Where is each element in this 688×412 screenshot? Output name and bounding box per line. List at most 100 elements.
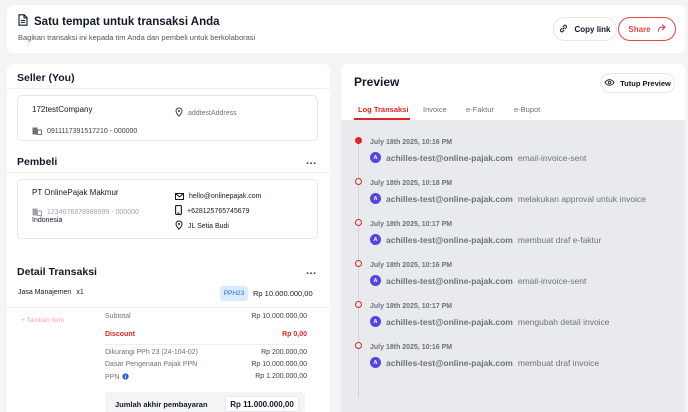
event-action: membuat draf e-faktur <box>517 234 602 245</box>
avatar: A <box>370 275 381 286</box>
avatar: A <box>370 316 381 327</box>
timeline-dot <box>355 342 362 349</box>
item-divider <box>7 307 330 308</box>
header-card: Satu tempat untuk transaksi Anda Bagikan… <box>7 5 685 53</box>
location-pin-icon <box>175 217 183 235</box>
ppn-label-row: PPN <box>105 373 130 382</box>
link-icon <box>559 24 568 35</box>
share-button[interactable]: Share <box>618 17 676 41</box>
share-label: Share <box>628 24 651 34</box>
seller-card: 172testCompany addtestAddress 0911117391… <box>17 95 318 141</box>
close-preview-label: Tutup Preview <box>620 78 671 88</box>
event-time: July 18th 2025, 10:16 PM <box>370 262 453 269</box>
event-user: achilles-test@online-pajak.com <box>386 275 513 286</box>
tab-invoice[interactable]: Invoice <box>423 105 447 114</box>
ppn-label: PPN <box>105 374 120 381</box>
event-description: A achilles-test@online-pajak.com email-i… <box>370 152 586 163</box>
pph23-value: Rp 200.000,00 <box>261 349 307 356</box>
page-subtitle: Bagikan transaksi ini kepada tim Anda da… <box>18 33 256 42</box>
buyer-country: Indonesia <box>32 217 63 224</box>
event-action: email-invoice-sent <box>517 152 587 163</box>
document-icon <box>18 14 28 29</box>
location-pin-icon <box>175 104 183 122</box>
event-time: July 18th 2025, 10:18 PM <box>370 180 453 187</box>
tab-log-transaksi[interactable]: Log Transaksi <box>358 105 408 114</box>
event-description: A achilles-test@online-pajak.com melakuk… <box>370 193 646 204</box>
event-action: email-invoice-sent <box>517 275 587 286</box>
item-qty: x1 <box>76 289 84 296</box>
copy-link-label: Copy link <box>574 24 611 34</box>
discount-value: Rp 0,00 <box>282 331 307 338</box>
info-icon[interactable] <box>122 373 130 382</box>
event-user: achilles-test@online-pajak.com <box>386 234 513 245</box>
detail-title: Detail Transaksi <box>17 266 97 278</box>
event-user: achilles-test@online-pajak.com <box>386 357 513 368</box>
seller-address: addtestAddress <box>188 109 237 117</box>
preview-panel: Preview Tutup Preview Log Transaksi Invo… <box>341 64 685 412</box>
summary-divider <box>105 344 306 345</box>
tab-e-faktur[interactable]: e-Faktur <box>466 105 494 114</box>
avatar: A <box>370 193 381 204</box>
event-time: July 18th 2025, 10:16 PM <box>370 344 453 351</box>
event-user: achilles-test@online-pajak.com <box>386 316 513 327</box>
timeline-dot <box>355 178 362 185</box>
event-time: July 18th 2025, 10:16 PM <box>370 139 453 146</box>
subtotal-label: Subtotal <box>105 313 131 320</box>
pph23-label: Dikurangi PPh 23 (24-104-02) <box>105 349 198 356</box>
event-action: membuat draf invoice <box>517 357 600 368</box>
timeline-dot <box>355 137 362 144</box>
event-description: A achilles-test@online-pajak.com membuat… <box>370 357 599 368</box>
transaction-log: July 18th 2025, 10:16 PM A achilles-test… <box>341 121 685 412</box>
building-icon <box>32 122 42 140</box>
buyer-divider <box>7 172 330 173</box>
event-description: A achilles-test@online-pajak.com email-i… <box>370 275 586 286</box>
dpp-ppn-label: Dasar Pengenaan Pajak PPN <box>105 361 198 368</box>
page-title: Satu tempat untuk transaksi Anda <box>34 15 220 28</box>
event-action: melakukan approval untuk invoice <box>517 193 646 204</box>
buyer-company: PT OnlinePajak Makmur <box>32 188 119 197</box>
transaction-panel: Seller (You) 172testCompany addtestAddre… <box>7 64 330 412</box>
subtotal-value: Rp 10.000.000,00 <box>251 313 307 320</box>
avatar: A <box>370 152 381 163</box>
event-time: July 18th 2025, 10:17 PM <box>370 221 453 228</box>
seller-npwp-row: 0911117391517210 - 000000 <box>32 122 137 140</box>
buyer-email: hello@onlinepajak.com <box>189 192 262 200</box>
discount-label: Discount <box>105 331 135 338</box>
dpp-ppn-value: Rp 10.000.000,00 <box>251 361 307 368</box>
event-description: A achilles-test@online-pajak.com membuat… <box>370 234 601 245</box>
header-title-row: Satu tempat untuk transaksi Anda <box>18 14 220 29</box>
eye-icon <box>604 78 615 88</box>
event-user: achilles-test@online-pajak.com <box>386 152 513 163</box>
item-tax-badge: PPH23 <box>220 286 248 301</box>
total-label: Jumlah akhir pembayaran <box>115 400 208 409</box>
seller-address-row: addtestAddress <box>175 104 237 122</box>
seller-title: Seller (You) <box>17 72 75 84</box>
timeline-dot <box>355 301 362 308</box>
seller-divider <box>7 88 330 89</box>
buyer-phone: +628125765745679 <box>187 207 250 215</box>
buyer-menu-button[interactable]: ... <box>306 155 317 167</box>
buyer-address-row: JL Setia Budi <box>175 217 229 235</box>
item-price: Rp 10.000.000,00 <box>253 289 313 298</box>
buyer-card: PT OnlinePajak Makmur 1234676878988999 -… <box>17 179 318 239</box>
item-name: Jasa Manajemen <box>18 289 72 296</box>
close-preview-button[interactable]: Tutup Preview <box>600 73 675 93</box>
ppn-value: Rp 1.200.000,00 <box>255 373 307 380</box>
total-box: Jumlah akhir pembayaran Rp 11.000.000,00 <box>105 392 305 412</box>
tab-e-bupot[interactable]: e-Bupot <box>514 105 540 114</box>
add-item-button[interactable]: + Tambah Item <box>21 317 64 324</box>
buyer-address: JL Setia Budi <box>188 222 229 230</box>
seller-npwp: 0911117391517210 - 000000 <box>47 127 138 135</box>
timeline-dot <box>355 219 362 226</box>
copy-link-button[interactable]: Copy link <box>553 17 617 41</box>
detail-menu-button[interactable]: ... <box>306 265 317 277</box>
event-user: achilles-test@online-pajak.com <box>386 193 513 204</box>
share-arrow-icon <box>657 24 666 34</box>
avatar: A <box>370 357 381 368</box>
total-value: Rp 11.000.000,00 <box>225 396 299 412</box>
event-description: A achilles-test@online-pajak.com menguba… <box>370 316 610 327</box>
item-row[interactable]: Jasa Manajemen x1 <box>18 289 84 296</box>
timeline-dot <box>355 260 362 267</box>
preview-title: Preview <box>354 75 400 89</box>
event-time: July 18th 2025, 10:17 PM <box>370 303 453 310</box>
